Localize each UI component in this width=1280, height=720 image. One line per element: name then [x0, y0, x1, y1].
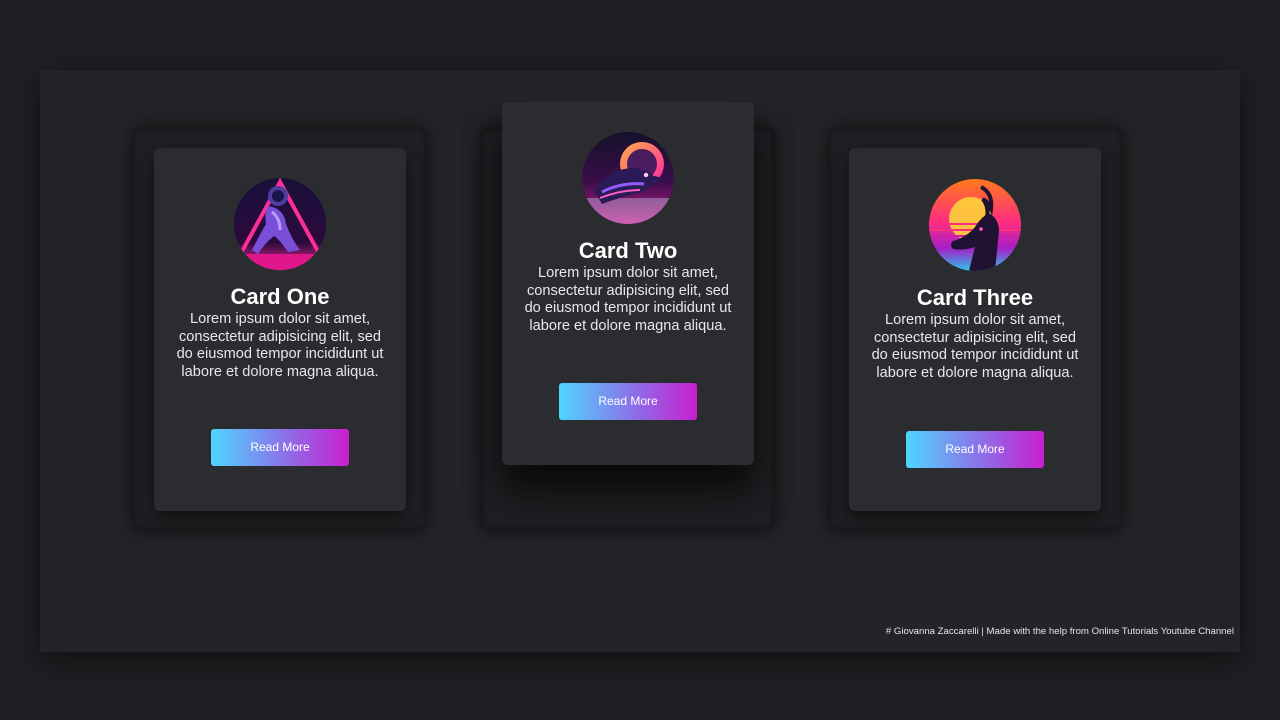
card-title: Card Three — [916, 285, 1034, 310]
card-description: Lorem ipsum dolor sit amet, consectetur … — [524, 265, 732, 334]
read-more-button[interactable]: Read More — [559, 383, 697, 420]
card-two[interactable]: Card Two Lorem ipsum dolor sit amet, con… — [502, 102, 754, 465]
antelope-icon — [929, 179, 1021, 271]
card-one[interactable]: Card One Lorem ipsum dolor sit amet, con… — [154, 148, 406, 511]
astronaut-panther-icon — [234, 178, 326, 270]
crow-icon — [582, 132, 674, 224]
read-more-button[interactable]: Read More — [211, 429, 349, 466]
card-description: Lorem ipsum dolor sit amet, consectetur … — [871, 312, 1079, 381]
card-showcase: Card One Lorem ipsum dolor sit amet, con… — [40, 70, 1240, 652]
card-three[interactable]: Card Three Lorem ipsum dolor sit amet, c… — [849, 148, 1101, 511]
card-title: Card One — [230, 284, 330, 309]
card-title: Card Two — [578, 238, 678, 263]
footer-credit: # Giovanna Zaccarelli | Made with the he… — [885, 626, 1234, 637]
read-more-button[interactable]: Read More — [906, 431, 1044, 468]
card-description: Lorem ipsum dolor sit amet, consectetur … — [176, 311, 384, 380]
